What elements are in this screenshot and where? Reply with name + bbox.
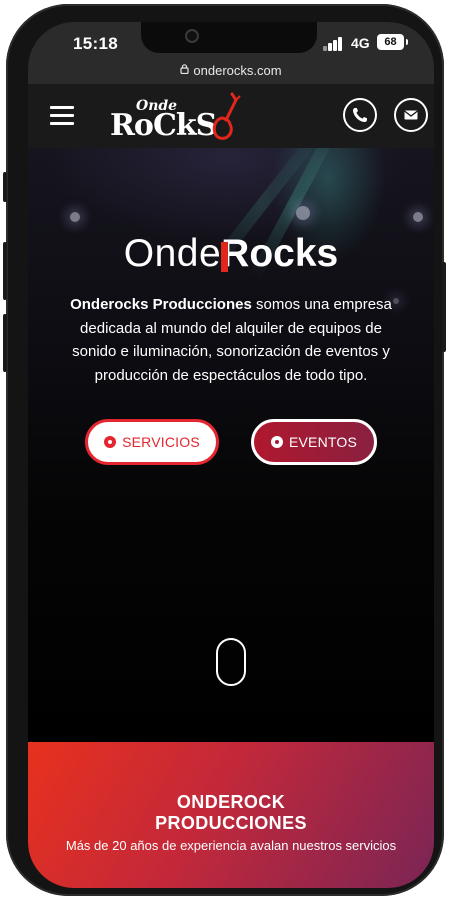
hamburger-menu-icon[interactable] (50, 106, 74, 126)
mail-icon (404, 110, 418, 120)
banner-subtitle: Más de 20 años de experiencia avalan nue… (65, 838, 397, 853)
site-header: Onde RoCkS (28, 84, 434, 148)
hero-title-light: Onde (123, 232, 222, 275)
phone-icon (353, 108, 367, 122)
guitar-logo-icon (212, 92, 241, 140)
signal-icon (323, 37, 349, 51)
record-icon (270, 436, 283, 448)
status-time: 15:18 (73, 34, 118, 53)
phone-frame: 15:18 4G 68 onderocks.com Onde RoCkS Ond… (3, 4, 446, 896)
phone-button[interactable] (343, 98, 377, 132)
stage-light (413, 212, 423, 222)
intro-banner: ONDEROCK PRODUCCIONES Más de 20 años de … (28, 742, 434, 888)
hero-title-bold: Rocks (221, 232, 339, 275)
stage-light (296, 206, 310, 220)
stage-light (70, 212, 80, 222)
banner-title-line1: ONDEROCK (176, 792, 286, 812)
volume-up-button (3, 242, 7, 300)
hero-section: OndeRocks Onderocks Producciones somos u… (28, 148, 434, 742)
screen: 15:18 4G 68 onderocks.com Onde RoCkS Ond… (28, 22, 434, 888)
power-button (442, 262, 446, 352)
network-type: 4G (351, 35, 370, 51)
notch (141, 22, 317, 53)
events-button[interactable]: EVENTOS (251, 419, 377, 465)
side-button (3, 172, 7, 202)
status-bar: 15:18 4G 68 (28, 22, 434, 62)
hero-title: OndeRocks (28, 232, 434, 276)
lock-icon (180, 63, 190, 81)
services-button-label: SERVICIOS (122, 434, 200, 450)
events-button-label: EVENTOS (288, 434, 358, 450)
services-button[interactable]: SERVICIOS (85, 419, 219, 465)
logo-rocks-text: RoCkS (110, 108, 217, 143)
battery-icon: 68 (377, 34, 408, 50)
hero-description: Onderocks Producciones somos una empresa… (68, 293, 394, 387)
record-icon (104, 436, 117, 448)
mouse-scroll-icon[interactable] (216, 638, 246, 686)
hero-description-bold: Onderocks Producciones (70, 296, 252, 313)
site-logo[interactable]: Onde RoCkS (110, 92, 241, 154)
battery-level: 68 (384, 36, 397, 48)
camera (185, 29, 199, 43)
address-bar[interactable]: onderocks.com (28, 62, 434, 84)
url-text: onderocks.com (193, 63, 282, 78)
volume-down-button (3, 314, 7, 372)
banner-title-line2: PRODUCCIONES (155, 813, 307, 833)
mail-button[interactable] (394, 98, 428, 132)
